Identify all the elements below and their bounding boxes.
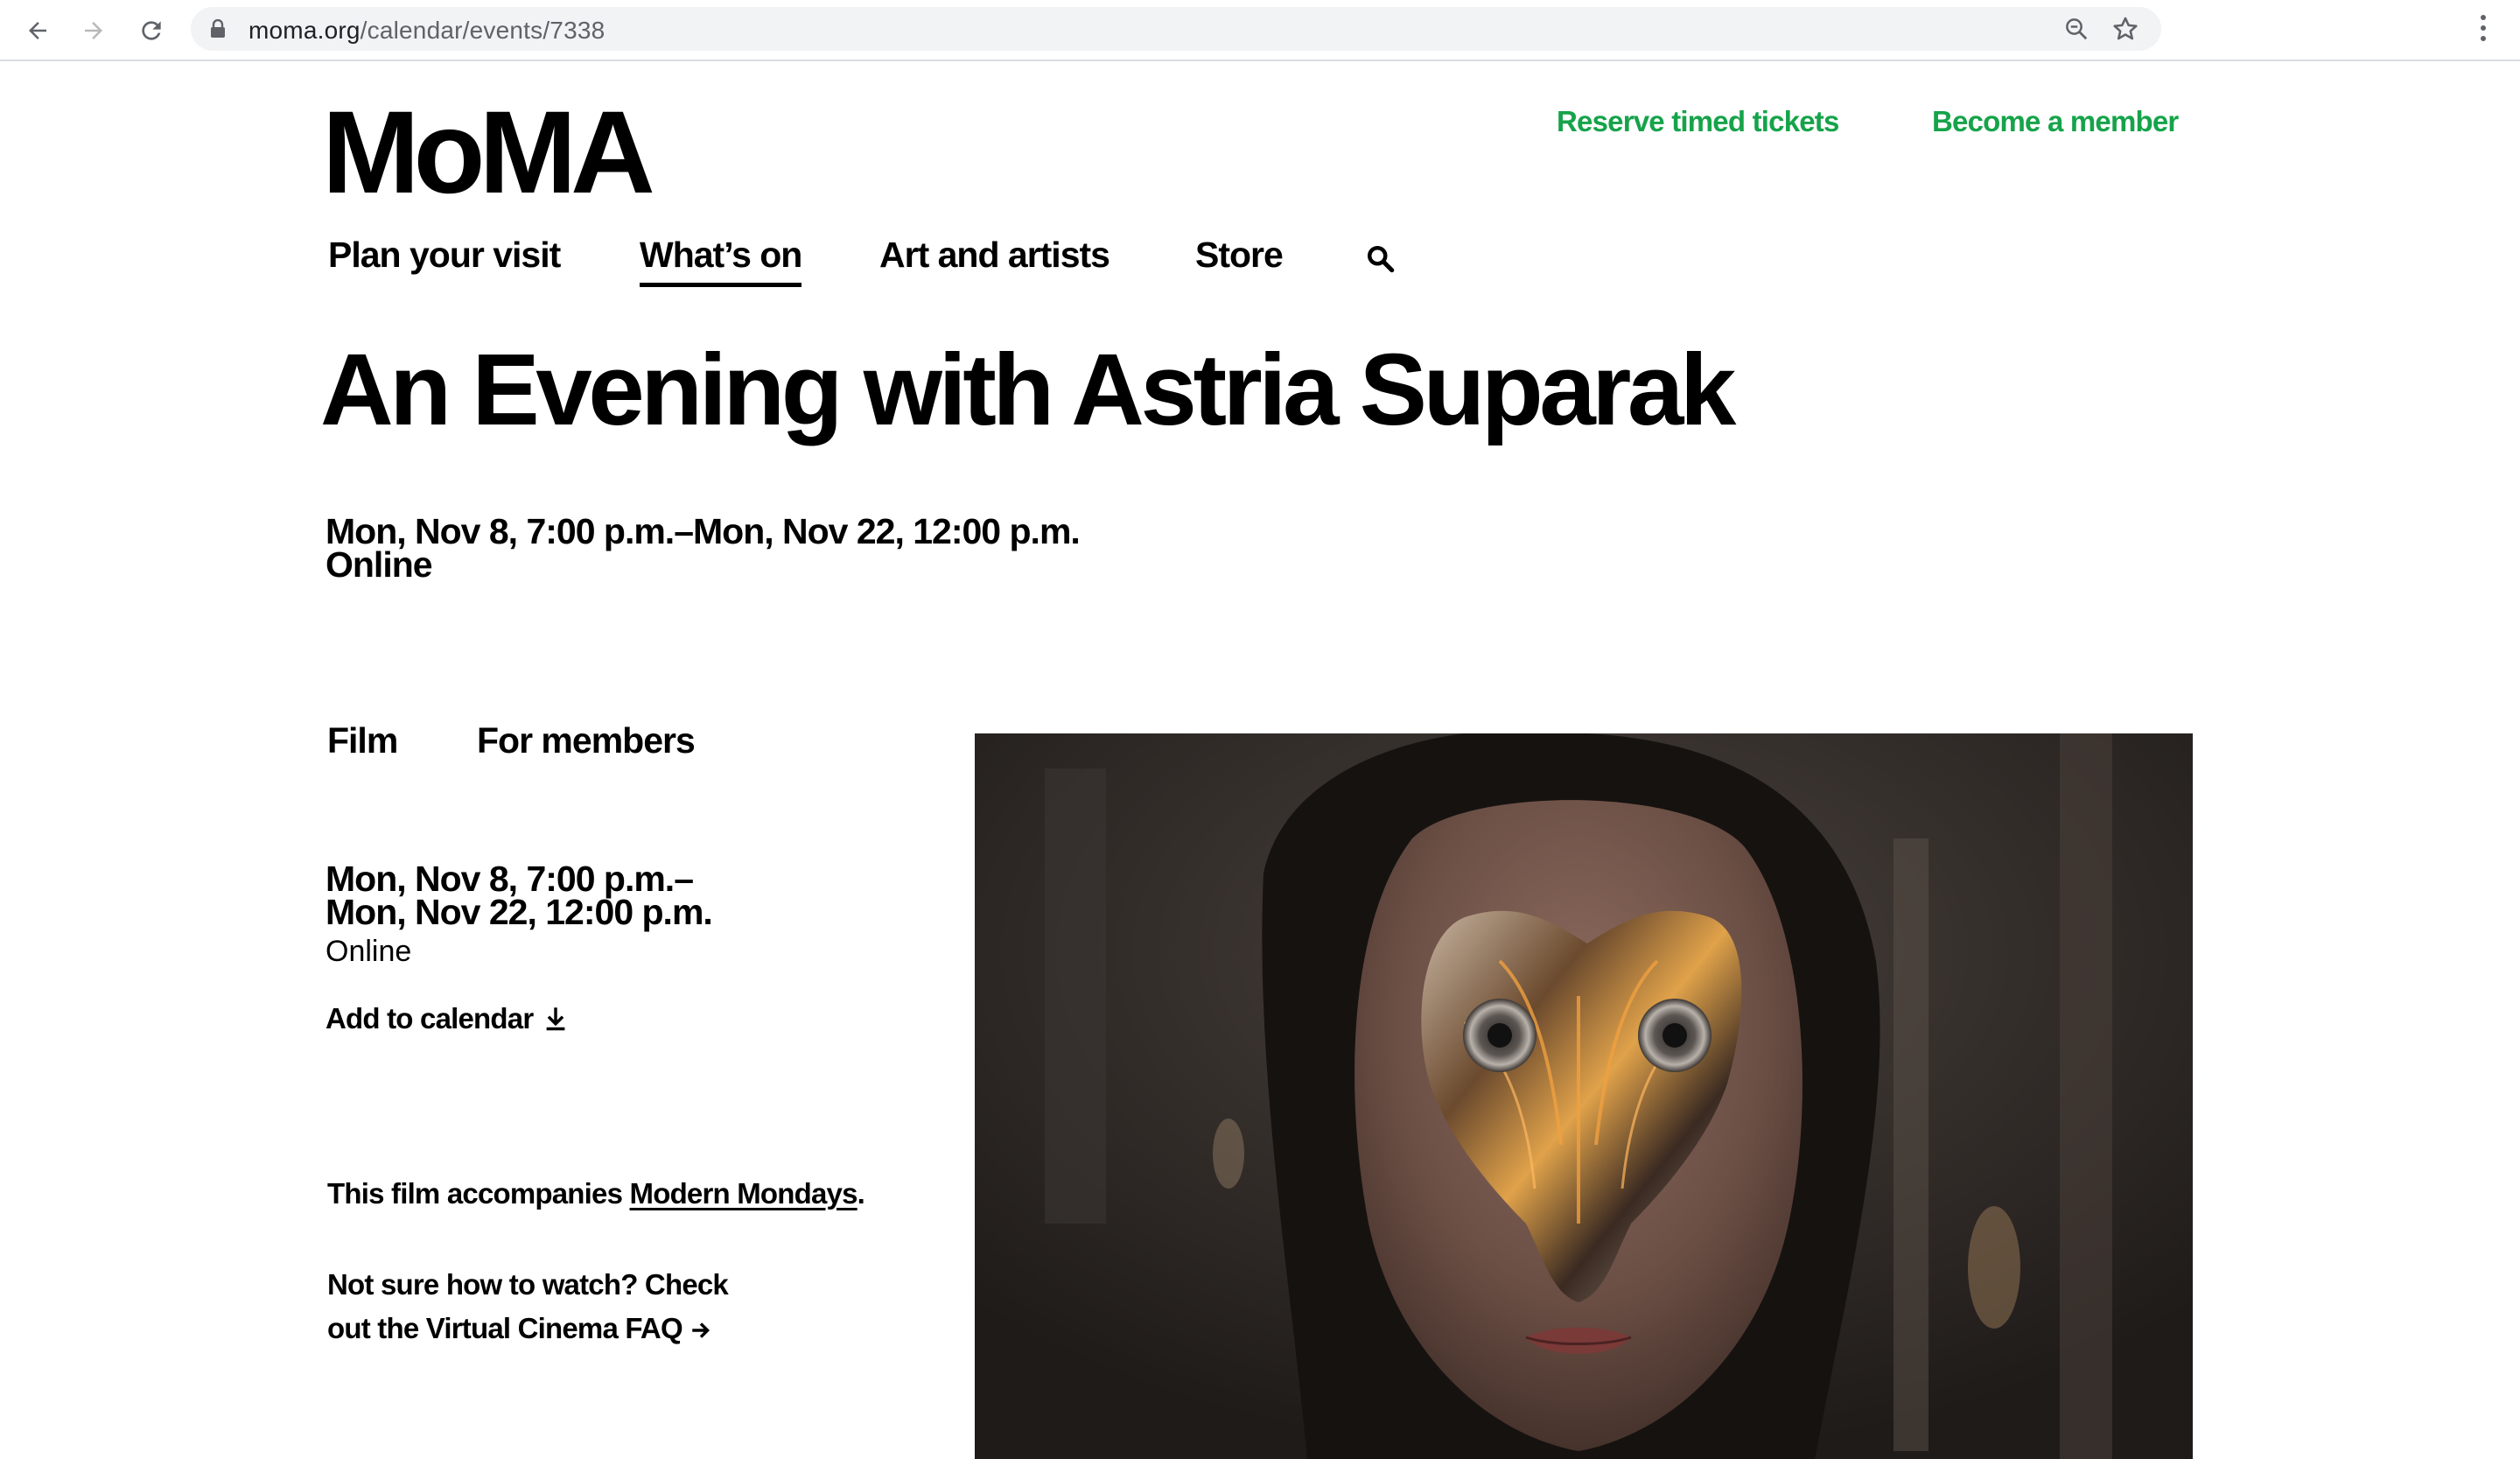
browser-toolbar: moma.org/calendar/events/7338 <box>0 0 2520 61</box>
tag-for-members[interactable]: For members <box>477 720 696 761</box>
moma-logo[interactable]: MoMA <box>322 95 655 212</box>
address-bar[interactable]: moma.org/calendar/events/7338 <box>191 7 2161 51</box>
faq-line-1: Not sure how to watch? Check <box>327 1268 729 1301</box>
forward-button[interactable] <box>77 14 110 47</box>
lock-icon <box>210 18 226 43</box>
masked-figure-illustration <box>975 733 2193 1459</box>
event-location: Online <box>326 544 433 585</box>
search-icon[interactable] <box>1365 243 1396 279</box>
event-date-summary: Mon, Nov 8, 7:00 p.m.–Mon, Nov 22, 12:00… <box>326 511 1081 585</box>
nav-art-and-artists[interactable]: Art and artists <box>879 235 1110 276</box>
reserve-tickets-link[interactable]: Reserve timed tickets <box>1557 105 1839 138</box>
zoom-icon[interactable] <box>2063 16 2090 46</box>
bookmark-star-icon[interactable] <box>2110 14 2140 48</box>
event-hero-image <box>975 733 2193 1459</box>
back-button[interactable] <box>21 14 54 47</box>
download-icon <box>546 1007 565 1031</box>
virtual-cinema-faq-link[interactable]: Not sure how to watch? Check out the Vir… <box>327 1263 729 1350</box>
faq-line-2: out the Virtual Cinema FAQ <box>327 1307 728 1350</box>
browser-menu-icon[interactable] <box>2478 12 2488 48</box>
arrow-right-icon <box>692 1322 710 1339</box>
event-date-start: Mon, Nov 8, 7:00 p.m.– <box>326 859 694 899</box>
event-side-location: Online <box>326 935 412 968</box>
arrow-right-icon <box>85 22 102 39</box>
modern-mondays-link[interactable]: Modern Mondays <box>630 1177 858 1210</box>
page-title: An Evening with Astria Suparak <box>320 333 1736 446</box>
accompany-text: This film accompanies Modern Mondays. <box>327 1177 865 1210</box>
event-dates: Mon, Nov 8, 7:00 p.m.– Mon, Nov 22, 12:0… <box>326 859 713 932</box>
become-member-link[interactable]: Become a member <box>1932 105 2179 138</box>
add-to-calendar-button[interactable]: Add to calendar <box>326 1002 568 1035</box>
reload-button[interactable] <box>135 14 168 47</box>
url-text: moma.org/calendar/events/7338 <box>248 17 606 44</box>
nav-store[interactable]: Store <box>1195 235 1284 276</box>
reload-icon <box>142 21 161 40</box>
tag-film[interactable]: Film <box>327 720 398 761</box>
nav-whats-on[interactable]: What’s on <box>640 235 802 287</box>
event-date-range: Mon, Nov 8, 7:00 p.m.–Mon, Nov 22, 12:00… <box>326 511 1081 551</box>
arrow-left-icon <box>29 22 46 39</box>
add-to-calendar-label: Add to calendar <box>326 1002 534 1035</box>
event-date-end: Mon, Nov 22, 12:00 p.m. <box>326 892 713 932</box>
nav-plan-your-visit[interactable]: Plan your visit <box>328 235 561 276</box>
